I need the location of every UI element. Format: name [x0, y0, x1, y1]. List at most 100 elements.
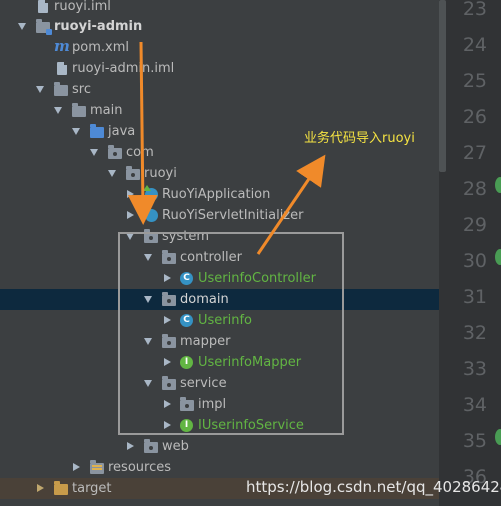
chevron-right-icon[interactable]	[164, 274, 171, 282]
chevron-down-icon[interactable]	[18, 23, 26, 30]
package-icon	[144, 229, 158, 243]
tree-row-ruoyi-iml[interactable]: ruoyi.iml	[0, 0, 439, 17]
package-icon	[162, 250, 176, 264]
editor-gutter: 23 24 25 26 27 28 29 30 31 32 33 34 35 3…	[439, 0, 501, 506]
tree-item-label: pom.xml	[72, 40, 129, 55]
tree-row-ruoyi-application[interactable]: RuoYiApplication	[0, 184, 439, 205]
project-tree: ruoyi.iml ruoyi-admin m pom.xml ruoyi-ad…	[0, 0, 439, 506]
tree-row-src[interactable]: src	[0, 79, 439, 100]
tree-item-label: src	[72, 82, 91, 97]
tree-row-userinfo[interactable]: C Userinfo	[0, 310, 439, 331]
tree-row-web[interactable]: web	[0, 436, 439, 457]
class-icon: C	[180, 272, 193, 285]
tree-row-controller[interactable]: controller	[0, 247, 439, 268]
line-number: 33	[462, 358, 487, 380]
tree-row-service[interactable]: service	[0, 373, 439, 394]
spring-class-icon	[143, 185, 158, 201]
tree-item-label: Userinfo	[198, 313, 253, 328]
chevron-down-icon[interactable]	[144, 338, 152, 345]
line-number: 31	[462, 286, 487, 308]
tree-item-label: RuoYiApplication	[162, 187, 271, 202]
tree-item-label: UserinfoController	[198, 271, 316, 286]
resources-folder-icon	[90, 460, 104, 474]
line-number: 27	[462, 142, 487, 164]
chevron-down-icon[interactable]	[108, 170, 116, 177]
tree-row-pom-xml[interactable]: m pom.xml	[0, 37, 439, 58]
tree-row-ruoyi[interactable]: ruoyi	[0, 163, 439, 184]
tree-row-userinfo-mapper[interactable]: I UserinfoMapper	[0, 352, 439, 373]
excluded-folder-icon	[54, 481, 68, 495]
package-icon	[126, 166, 140, 180]
tree-row-main[interactable]: main	[0, 100, 439, 121]
line-number: 32	[462, 322, 487, 344]
folder-icon	[54, 82, 68, 96]
chevron-down-icon[interactable]	[36, 86, 44, 93]
annotation-note: 业务代码导入ruoyi	[304, 131, 415, 146]
line-number: 24	[462, 34, 487, 56]
tree-row-iuserinfo-service[interactable]: I IUserinfoService	[0, 415, 439, 436]
line-number: 29	[462, 214, 487, 236]
chevron-right-icon[interactable]	[164, 400, 171, 408]
chevron-right-icon[interactable]	[73, 463, 80, 471]
tree-item-label: ruoyi-admin	[54, 19, 143, 34]
run-gutter-icon[interactable]	[495, 249, 501, 265]
chevron-down-icon[interactable]	[54, 107, 62, 114]
tree-item-label: web	[162, 439, 189, 454]
chevron-down-icon[interactable]	[144, 296, 152, 303]
tree-row-impl[interactable]: impl	[0, 394, 439, 415]
chevron-down-icon[interactable]	[144, 380, 152, 387]
tree-row-domain[interactable]: domain	[0, 289, 439, 310]
tree-item-label: RuoYiServletInitializer	[162, 208, 304, 223]
chevron-right-icon[interactable]	[164, 421, 171, 429]
file-icon	[57, 62, 67, 75]
watermark: https://blog.csdn.net/qq_40286424	[246, 478, 501, 496]
tree-row-mapper[interactable]: mapper	[0, 331, 439, 352]
package-icon	[180, 397, 194, 411]
tree-item-label: resources	[108, 460, 172, 475]
tree-item-label: UserinfoMapper	[198, 355, 302, 370]
interface-icon: I	[180, 356, 193, 369]
line-number: 26	[462, 106, 487, 128]
tree-item-label: controller	[180, 250, 243, 265]
tree-row-ruoyi-admin-iml[interactable]: ruoyi-admin.iml	[0, 58, 439, 79]
tree-row-userinfo-controller[interactable]: C UserinfoController	[0, 268, 439, 289]
chevron-right-icon[interactable]	[164, 316, 171, 324]
chevron-down-icon[interactable]	[90, 149, 98, 156]
tree-item-label: ruoyi.iml	[54, 0, 111, 14]
class-icon	[145, 209, 158, 222]
run-gutter-icon[interactable]	[495, 177, 501, 193]
source-folder-icon	[90, 124, 104, 138]
chevron-down-icon[interactable]	[126, 233, 134, 240]
tree-row-resources[interactable]: resources	[0, 457, 439, 478]
file-icon	[38, 0, 48, 13]
chevron-right-icon[interactable]	[37, 484, 44, 492]
folder-icon	[72, 103, 86, 117]
tree-row-system[interactable]: system	[0, 226, 439, 247]
chevron-right-icon[interactable]	[127, 211, 134, 219]
chevron-right-icon[interactable]	[164, 358, 171, 366]
chevron-down-icon[interactable]	[72, 128, 80, 135]
tree-row-ruoyi-servlet-initializer[interactable]: RuoYiServletInitializer	[0, 205, 439, 226]
package-icon	[162, 292, 176, 306]
package-icon	[144, 439, 158, 453]
tree-item-label: IUserinfoService	[198, 418, 304, 433]
tree-item-label: ruoyi	[144, 166, 177, 181]
line-number: 25	[462, 70, 487, 92]
line-number: 30	[462, 250, 487, 272]
tree-item-label: mapper	[180, 334, 231, 349]
module-folder-icon	[36, 19, 52, 35]
tree-item-label: impl	[198, 397, 227, 412]
class-icon: C	[180, 314, 193, 327]
package-icon	[162, 334, 176, 348]
chevron-right-icon[interactable]	[127, 442, 134, 450]
tree-row-ruoyi-admin[interactable]: ruoyi-admin	[0, 16, 439, 37]
tree-scrollbar[interactable]	[439, 0, 446, 172]
chevron-right-icon[interactable]	[127, 190, 134, 198]
maven-icon: m	[54, 37, 70, 55]
line-number: 23	[462, 0, 487, 20]
line-number: 28	[462, 178, 487, 200]
run-gutter-icon[interactable]	[495, 429, 501, 445]
package-icon	[162, 376, 176, 390]
line-number: 35	[462, 430, 487, 452]
chevron-down-icon[interactable]	[144, 254, 152, 261]
